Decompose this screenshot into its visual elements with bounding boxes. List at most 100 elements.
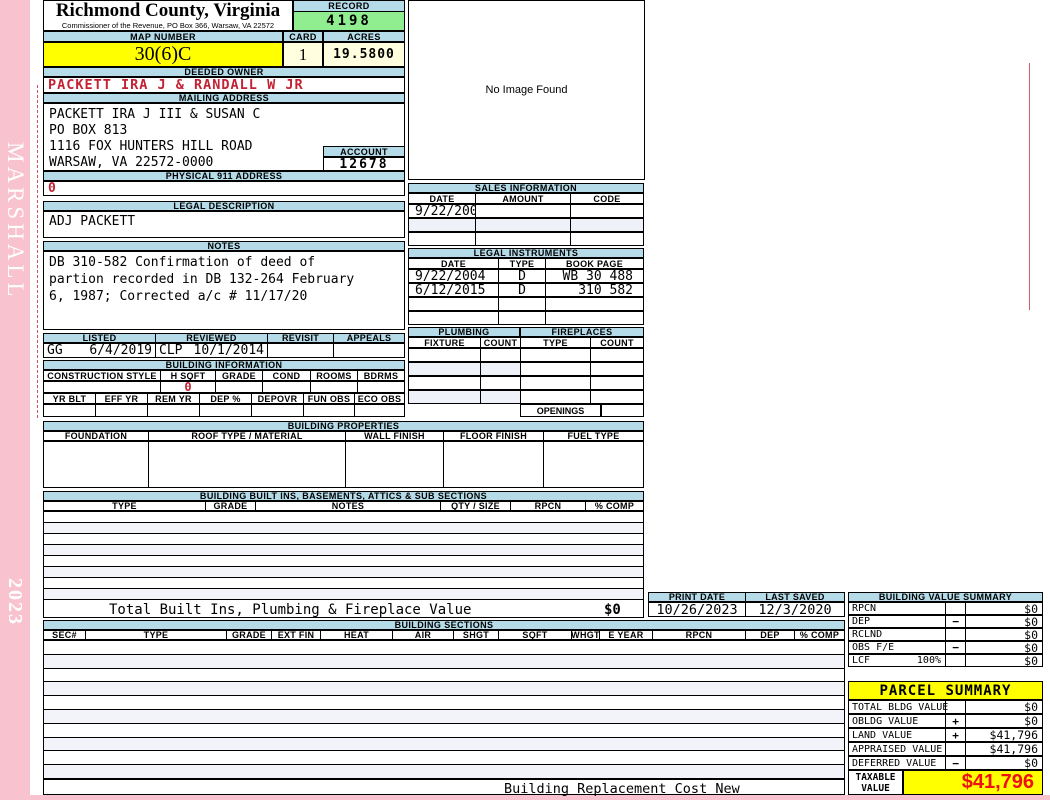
bvs-value: $0 (1024, 640, 1038, 655)
sales-column-headers: DATE AMOUNT CODE (408, 193, 644, 204)
sales-row-empty (408, 218, 644, 232)
col-comp: % COMP (799, 631, 840, 639)
sales-info-title: SALES INFORMATION (408, 183, 644, 193)
listed-by: GG (47, 344, 63, 357)
building-sections-headers: SEC# TYPE GRADE EXT FIN HEAT AIR SHGT SQ… (43, 630, 845, 640)
built-ins-total-row: Total Built Ins, Plumbing & Fireplace Va… (43, 599, 644, 618)
map-number-label: MAP NUMBER (43, 31, 283, 42)
sales-col-date: DATE (409, 194, 476, 203)
print-date-label: PRINT DATE (649, 593, 746, 601)
plumbing-fireplaces-headers: FIXTURE COUNT TYPE COUNT (408, 337, 644, 348)
parcel-row: OBLDG VALUE + $0 (848, 714, 1043, 728)
print-info-values: 10/26/2023 12/3/2020 (648, 602, 845, 617)
parcel-label: APPRAISED VALUE (849, 743, 946, 755)
plumbing-fireplaces-row (408, 390, 644, 404)
right-red-margin-rule (1029, 63, 1030, 310)
col-bdrms: BDRMS (363, 371, 399, 380)
property-record-card-page: MARSHALL 2023 Richmond County, Virginia … (0, 0, 1050, 800)
built-ins-headers: TYPE GRADE NOTES QTY / SIZE RPCN % COMP (43, 501, 644, 511)
building-value-summary-title: BUILDING VALUE SUMMARY (848, 592, 1043, 602)
building-properties-values (43, 441, 644, 488)
reviewed-label: REVIEWED (156, 334, 268, 342)
building-sections-title: BUILDING SECTIONS (43, 620, 845, 630)
instrument-row: 9/22/2004 D WB 30 488 (408, 269, 644, 283)
card-label: CARD (283, 31, 323, 42)
col-rem-yr: REM YR (148, 394, 200, 403)
instrument-row-empty (408, 311, 644, 325)
legal-description-label: LEGAL DESCRIPTION (43, 201, 405, 211)
last-saved-label: LAST SAVED (765, 593, 825, 601)
sales-code (571, 205, 643, 217)
acres-label: ACRES (323, 31, 405, 42)
legal-instruments-title: LEGAL INSTRUMENTS (408, 248, 644, 258)
reviewed-date: 10/1/2014 (193, 344, 264, 357)
review-values: GG 6/4/2019 CLP 10/1/2014 (43, 343, 405, 358)
plumbing-fireplaces-row (408, 362, 644, 376)
parcel-value: $0 (1024, 700, 1038, 714)
bvs-row: DEP − $0 (848, 615, 1043, 629)
print-date-value: 10/26/2023 (649, 603, 746, 616)
parcel-summary-title: PARCEL SUMMARY (848, 681, 1043, 700)
openings-label: OPENINGS (520, 404, 601, 417)
no-image-text: No Image Found (485, 84, 568, 96)
instr-type: D (499, 270, 546, 282)
parcel-label: DEFERRED VALUE (849, 757, 946, 769)
last-saved-value: 12/3/2020 (758, 603, 832, 616)
bvs-value: $0 (1024, 601, 1038, 616)
col-cond: COND (263, 371, 311, 380)
listed-date: 6/4/2019 (89, 344, 152, 357)
sales-row: 9/22/2004 (408, 204, 644, 218)
instr-type: D (499, 284, 546, 296)
parcel-op: + (946, 715, 966, 728)
appeals-value (334, 344, 404, 357)
mailing-line: PO BOX 813 (49, 123, 128, 138)
bvs-op (946, 629, 966, 640)
plumbing-fireplaces-row (408, 348, 644, 362)
instrument-row: 6/12/2015 D 310 582 (408, 283, 644, 297)
building-info-values-bottom (43, 404, 405, 417)
parcel-row: APPRAISED VALUE $41,796 (848, 742, 1043, 756)
plumbing-fireplaces-row (408, 376, 644, 390)
h-sqft-value: 0 (161, 382, 216, 392)
fireplaces-col-count: COUNT (600, 338, 634, 347)
review-headers: LISTED REVIEWED REVISIT APPEALS (43, 333, 405, 343)
commissioner-line: Commissioner of the Revenue, PO Box 366,… (61, 21, 275, 30)
bvs-label: DEP (852, 616, 871, 627)
reviewed-by: CLP (159, 344, 183, 357)
built-ins-total-value: $0 (604, 602, 621, 618)
col-h-sqft: H SQFT (161, 371, 216, 380)
taxable-value-amount: $41,796 (903, 770, 1043, 795)
bvs-value: $0 (1024, 653, 1038, 668)
building-properties-title: BUILDING PROPERTIES (43, 421, 644, 431)
notes-line: partion recorded in DB 132-264 February (49, 272, 355, 287)
col-rpcn: RPCN (653, 631, 746, 639)
bvs-label: RCLND (852, 629, 883, 640)
legal-description-value: ADJ PACKETT (43, 211, 405, 238)
parcel-row: DEFERRED VALUE − $0 (848, 756, 1043, 770)
plumbing-col-count: COUNT (481, 338, 521, 347)
col-bi-qty: QTY / SIZE (441, 502, 511, 510)
sales-date: 9/22/2004 (409, 205, 476, 217)
parcel-value: $0 (1024, 756, 1038, 770)
building-sections-footer: Building Replacement Cost New (43, 779, 845, 797)
parcel-row: LAND VALUE + $41,796 (848, 728, 1043, 742)
bvs-value: $0 (1024, 627, 1038, 642)
bvs-label: OBS F/E (852, 642, 895, 653)
notes-line: 6, 1987; Corrected a/c # 11/17/20 (49, 289, 308, 304)
fireplaces-title: FIREPLACES (520, 327, 644, 337)
account-value: 12678 (323, 157, 405, 172)
listed-label: LISTED (44, 334, 156, 342)
col-whgt: WHGT (572, 631, 600, 639)
plumbing-title: PLUMBING (408, 327, 520, 337)
col-grade: GRADE (227, 631, 272, 639)
bvs-label: RPCN (852, 603, 877, 614)
col-rooms: ROOMS (311, 371, 358, 380)
built-ins-total-label: Total Built Ins, Plumbing & Fireplace Va… (109, 602, 472, 618)
mailing-line: PACKETT IRA J III & SUSAN C (49, 107, 261, 122)
bvs-lcf-pct: 100% (916, 655, 941, 666)
parcel-op (946, 701, 966, 713)
instr-bookpage: 310 582 (578, 284, 633, 296)
taxable-value-label: TAXABLE VALUE (848, 770, 903, 795)
instruments-column-headers: DATE TYPE BOOK PAGE (408, 258, 644, 269)
col-dep-pct: DEP % (200, 394, 252, 403)
